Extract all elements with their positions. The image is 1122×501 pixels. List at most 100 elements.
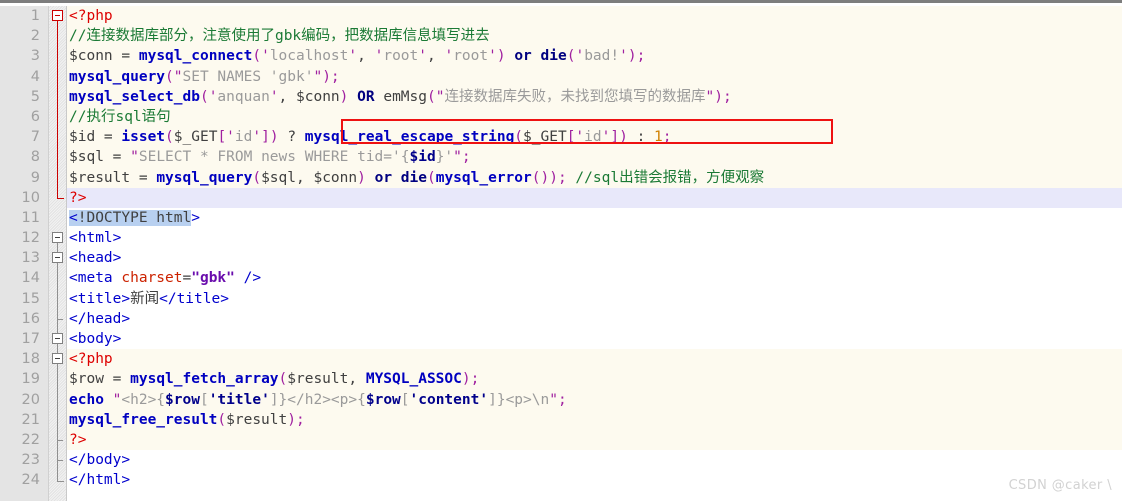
code-token: < [69,209,78,226]
line-source-text: mysql_query("SET NAMES 'gbk'"); [69,67,340,87]
code-line[interactable]: 9 $result = mysql_query($sql, $conn) or d… [0,167,1122,188]
code-editor-pane[interactable]: 1 <?php 2 //连接数据库部分，注意使用了gbk编码，把数据库信息填写进去 3 $… [0,0,1122,501]
line-background [67,450,1122,471]
line-number: 17 [21,331,40,347]
code-line[interactable]: 21 mysql_free_result($result); [0,409,1122,430]
code-token: ( [427,88,436,105]
code-token: , [278,88,297,105]
code-token: </title> [159,290,229,307]
code-token: ' [488,48,497,65]
code-token: $id [409,149,436,166]
code-token: ' [261,48,270,65]
code-token: OR [357,88,375,105]
code-token: 'content' [409,391,489,408]
code-token: ( [199,88,209,105]
line-number: 11 [21,209,40,226]
code-token: ) [619,129,628,146]
code-token: </html> [69,472,131,489]
code-line[interactable]: 4 mysql_query("SET NAMES 'gbk'"); [0,66,1122,87]
code-token: ' [348,48,358,65]
code-token: ( [165,68,174,85]
code-token: ' [252,129,262,146]
line-number: 23 [21,452,40,469]
line-background [67,470,1122,491]
line-number: 14 [21,270,40,287]
line-background [67,329,1122,350]
code-token: localhost [269,48,349,65]
code-token: $result [226,411,288,428]
code-line[interactable]: 7 $id = isset($_GET['id']) ? mysql_real_e… [0,127,1122,148]
code-token: $conn [69,48,122,65]
code-line[interactable]: 22 ?> [0,429,1122,451]
code-token: = [112,149,131,166]
code-token: = [138,169,157,186]
code-line[interactable]: 14 <meta charset="gbk" /> [0,268,1122,289]
code-line[interactable]: 11 <!DOCTYPE html> [0,207,1122,229]
line-number: 19 [21,371,40,388]
line-number: 4 [30,68,40,85]
code-lines-container[interactable]: 1 <?php 2 //连接数据库部分，注意使用了gbk编码，把数据库信息填写进去 3 $… [0,6,1122,501]
line-background [67,308,1122,329]
line-number: 5 [30,88,40,105]
line-source-text: mysql_select_db('anquan', $conn) OR emMs… [69,87,732,107]
fold-collapse-box[interactable] [52,353,63,365]
code-token: ? [287,129,297,146]
code-token: 1 [654,129,663,146]
line-background [67,349,1122,370]
code-token: ; [557,391,567,408]
code-line[interactable]: 24 </html> [0,470,1122,491]
code-token: ?> [69,189,87,206]
line-number: 18 [21,351,40,368]
code-line[interactable]: 13 <head> [0,248,1122,269]
code-line[interactable]: 18 <?php [0,349,1122,370]
fold-collapse-box[interactable] [52,10,63,21]
code-line[interactable]: 10 ?> [0,187,1122,208]
code-token: //sql出错会报错，方便观察 [575,169,765,186]
code-token: MYSQL_ASSOC [365,371,462,388]
code-line[interactable]: 8 $sql = "SELECT * FROM news WHERE tid='{… [0,147,1122,168]
code-token: echo [69,391,104,408]
line-source-text: $id = isset($_GET['id']) ? mysql_real_es… [69,127,672,147]
fold-collapse-box[interactable] [52,252,63,264]
code-token: [ [199,391,209,408]
code-line[interactable]: 15 <title>新闻</title> [0,288,1122,309]
fold-collapse-box[interactable] [52,232,63,244]
code-token: ; [330,68,340,85]
line-background [67,6,1122,27]
code-token: !DOCTYPE html [77,209,192,226]
code-token: " [130,149,139,166]
code-line[interactable]: 23 </body> [0,450,1122,471]
line-source-text: $row = mysql_fetch_array($result, MYSQL_… [69,369,479,389]
code-line[interactable]: 19 $row = mysql_fetch_array($result, MYSQ… [0,369,1122,390]
code-line[interactable]: 2 //连接数据库部分，注意使用了gbk编码，把数据库信息填写进去 [0,26,1122,47]
code-line[interactable]: 16 </head> [0,308,1122,329]
code-token: $result [69,169,139,186]
code-token: ; [461,149,471,166]
code-token: mysql_free_result [69,411,218,428]
code-line[interactable]: 5 mysql_select_db('anquan', $conn) OR emM… [0,86,1122,107]
code-line[interactable]: 1 <?php [0,6,1122,27]
code-line[interactable]: 3 $conn = mysql_connect('localhost', 'roo… [0,46,1122,67]
line-number: 12 [21,230,40,247]
code-token: root [453,48,489,65]
code-token: mysql_error [435,169,532,186]
code-token: ?> [69,431,87,448]
code-line[interactable]: 12 <html> [0,228,1122,249]
fold-collapse-box[interactable] [52,333,63,345]
code-token: ( [252,169,262,186]
code-token: <meta [69,270,113,287]
code-token: ' [575,48,585,65]
code-token: > [191,209,200,226]
code-line[interactable]: 17 <body> [0,329,1122,350]
code-line[interactable]: 6 //执行sql语句 [0,106,1122,128]
code-token: </head> [69,310,131,327]
code-line[interactable]: 20 echo "<h2>{$row['title']}</h2><p>{$row… [0,389,1122,410]
code-token: }' [435,149,454,166]
code-token: ] [261,129,270,146]
line-background [67,248,1122,269]
line-background [67,106,1122,128]
code-token: = [112,371,131,388]
